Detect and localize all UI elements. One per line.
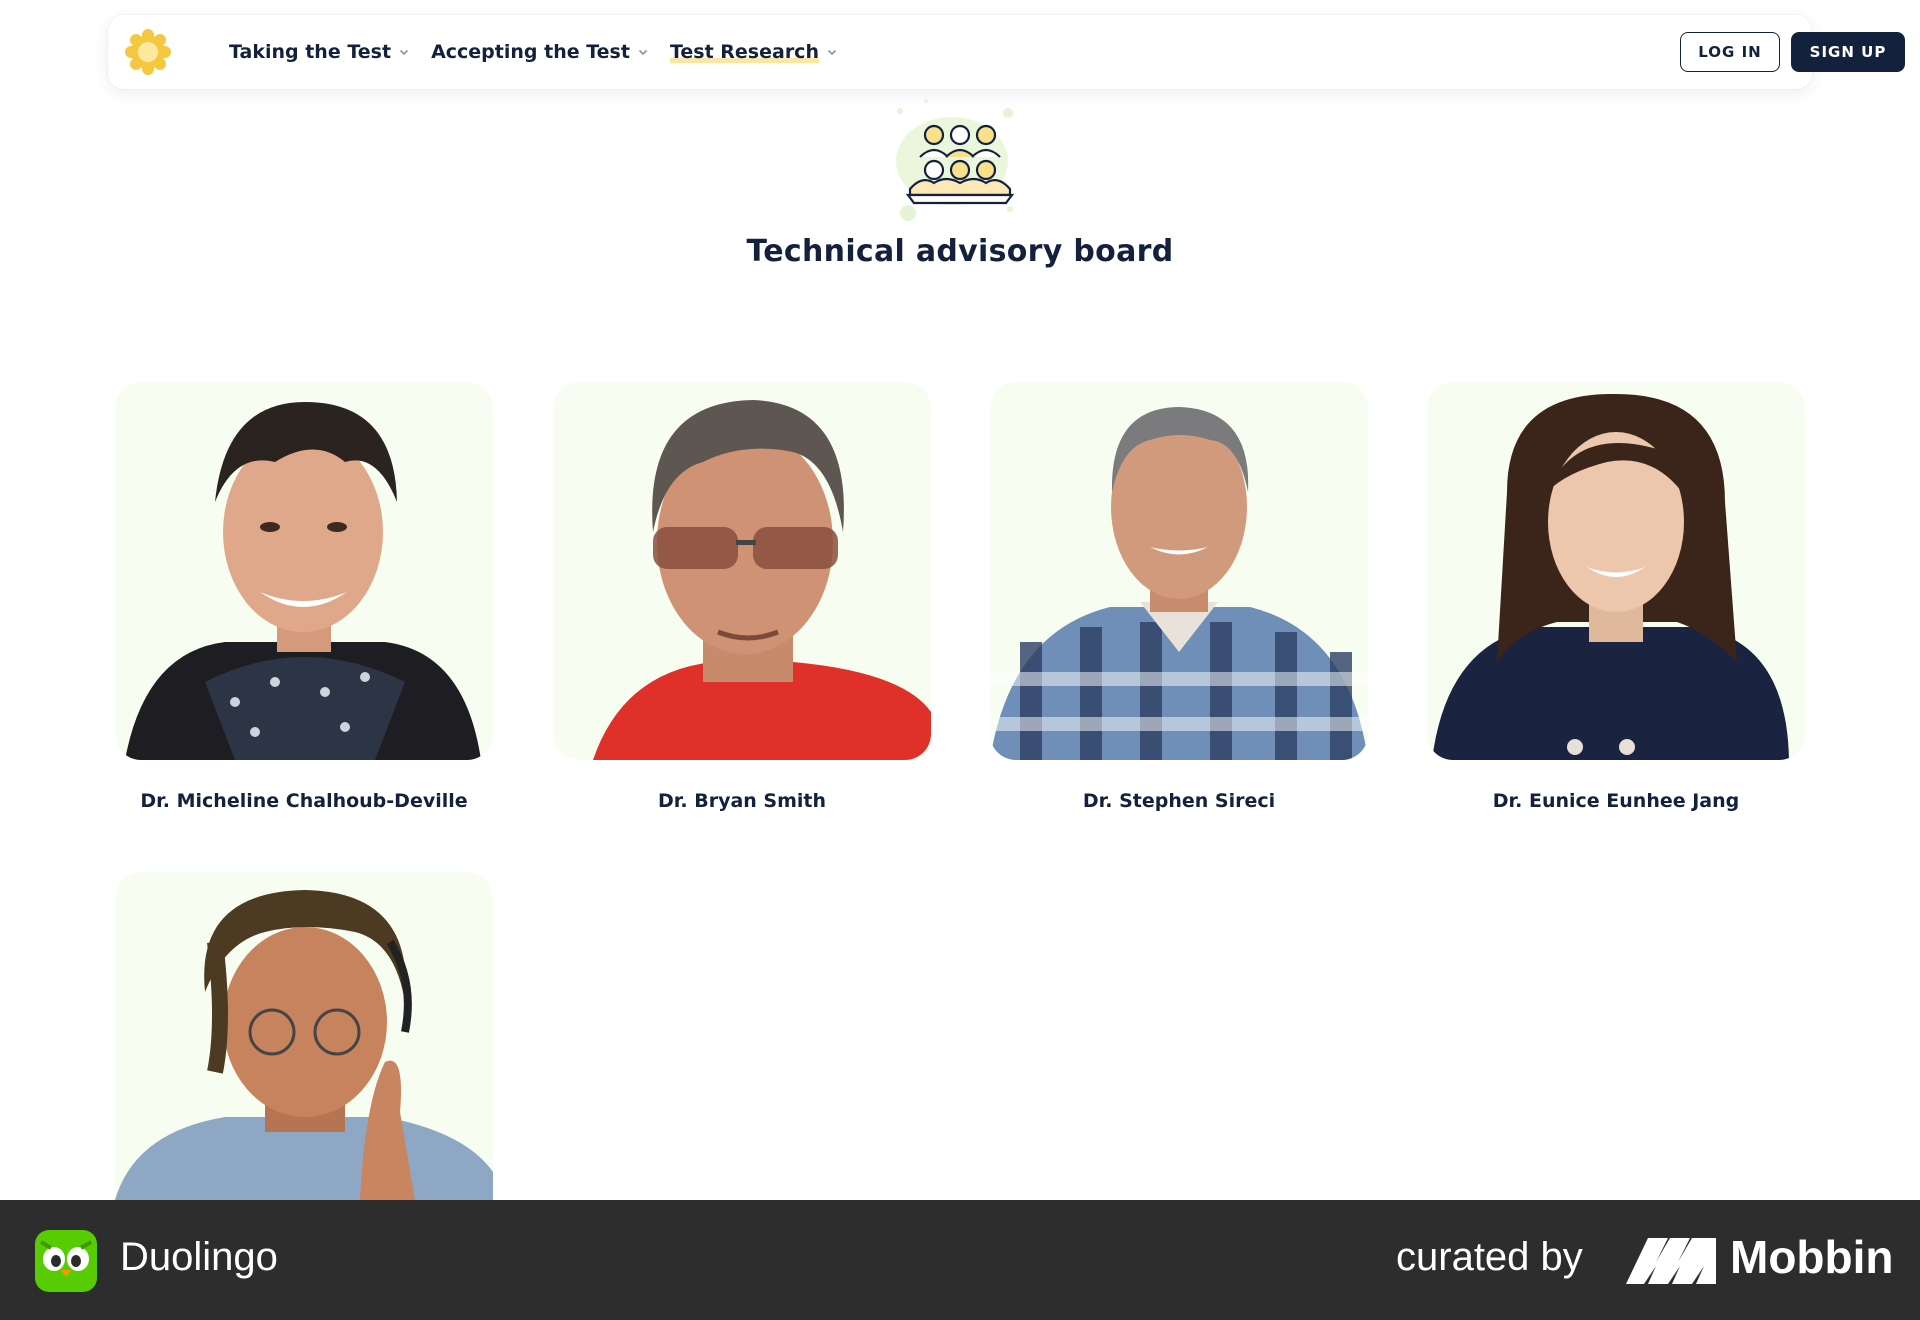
member-photo: [115, 382, 493, 760]
member-name: Dr. Stephen Sireci: [1082, 790, 1276, 812]
mobbin-logo-icon: [1626, 1238, 1716, 1284]
nav-item-label: Accepting the Test: [431, 41, 630, 63]
nav-test-research[interactable]: Test Research: [669, 41, 837, 63]
member-photo: [115, 872, 493, 1200]
member-photo: [1427, 382, 1805, 760]
chevron-down-icon: [827, 49, 837, 56]
logo-icon[interactable]: [124, 28, 172, 76]
duolingo-app-icon: [35, 1230, 97, 1292]
footer-curated-by: curated by: [1396, 1235, 1583, 1279]
nav-item-label: Test Research: [669, 41, 819, 63]
member-card[interactable]: Dr. Eunice Eunhee Jang: [1427, 382, 1805, 812]
portrait-image: [115, 890, 493, 1200]
member-card[interactable]: Dr. Bryan Smith: [553, 382, 931, 812]
signup-button[interactable]: SIGN UP: [1791, 32, 1905, 72]
member-name: Dr. Micheline Chalhoub-Deville: [140, 790, 468, 812]
member-photo: [990, 382, 1368, 760]
footer-app-name: Duolingo: [120, 1235, 278, 1279]
member-card[interactable]: [115, 872, 493, 1200]
advisory-board-icon: [896, 99, 1015, 221]
owl-icon: [39, 1240, 93, 1277]
footer-bar: Duolingo curated by Mobbin: [0, 1200, 1920, 1320]
nav-item-label: Taking the Test: [229, 41, 392, 63]
member-name: Dr. Bryan Smith: [657, 790, 827, 812]
member-card[interactable]: Dr. Stephen Sireci: [990, 382, 1368, 812]
portrait-image: [1432, 393, 1789, 760]
portrait-image: [990, 407, 1368, 760]
nav-accepting-the-test[interactable]: Accepting the Test: [431, 41, 648, 63]
section-title: Technical advisory board: [746, 234, 1174, 269]
portrait-image: [125, 402, 481, 760]
login-button[interactable]: LOG IN: [1680, 32, 1780, 72]
member-name: Dr. Eunice Eunhee Jang: [1492, 790, 1740, 812]
nav-taking-the-test[interactable]: Taking the Test: [229, 41, 409, 63]
member-card[interactable]: Dr. Micheline Chalhoub-Deville: [115, 382, 493, 812]
top-navbar: Taking the Test Accepting the Test Test …: [108, 15, 1905, 89]
chevron-down-icon: [399, 49, 409, 56]
footer-brand: Mobbin: [1730, 1231, 1894, 1283]
portrait-image: [593, 400, 931, 760]
nav-links: Taking the Test Accepting the Test Test …: [229, 15, 859, 89]
member-photo: [553, 382, 931, 760]
chevron-down-icon: [638, 49, 648, 56]
